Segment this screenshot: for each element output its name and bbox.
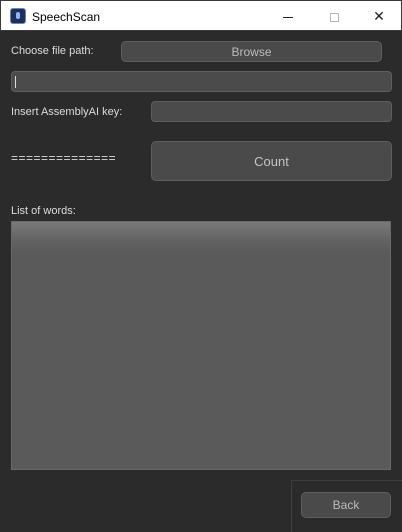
api-key-label: Insert AssemblyAI key: [11,106,123,118]
maximize-button[interactable] [311,1,357,31]
separator-text: ============== [11,151,117,165]
close-button[interactable]: ✕ [356,1,402,31]
api-key-field[interactable] [151,101,392,122]
word-list-area[interactable] [11,221,391,470]
minimize-button[interactable] [265,1,311,31]
app-icon [10,8,26,24]
word-list-label: List of words: [11,205,76,217]
back-button[interactable]: Back [301,492,391,518]
text-caret [15,76,16,88]
window-title: SpeechScan [32,10,101,24]
minimize-icon [283,16,293,18]
title-bar: SpeechScan ✕ [0,0,402,31]
count-button[interactable]: Count [151,141,392,181]
file-path-label: Choose file path: [11,45,94,57]
browse-button[interactable]: Browse [121,41,382,62]
close-icon: ✕ [373,8,385,24]
maximize-icon [329,12,339,22]
file-path-field[interactable] [11,71,392,92]
